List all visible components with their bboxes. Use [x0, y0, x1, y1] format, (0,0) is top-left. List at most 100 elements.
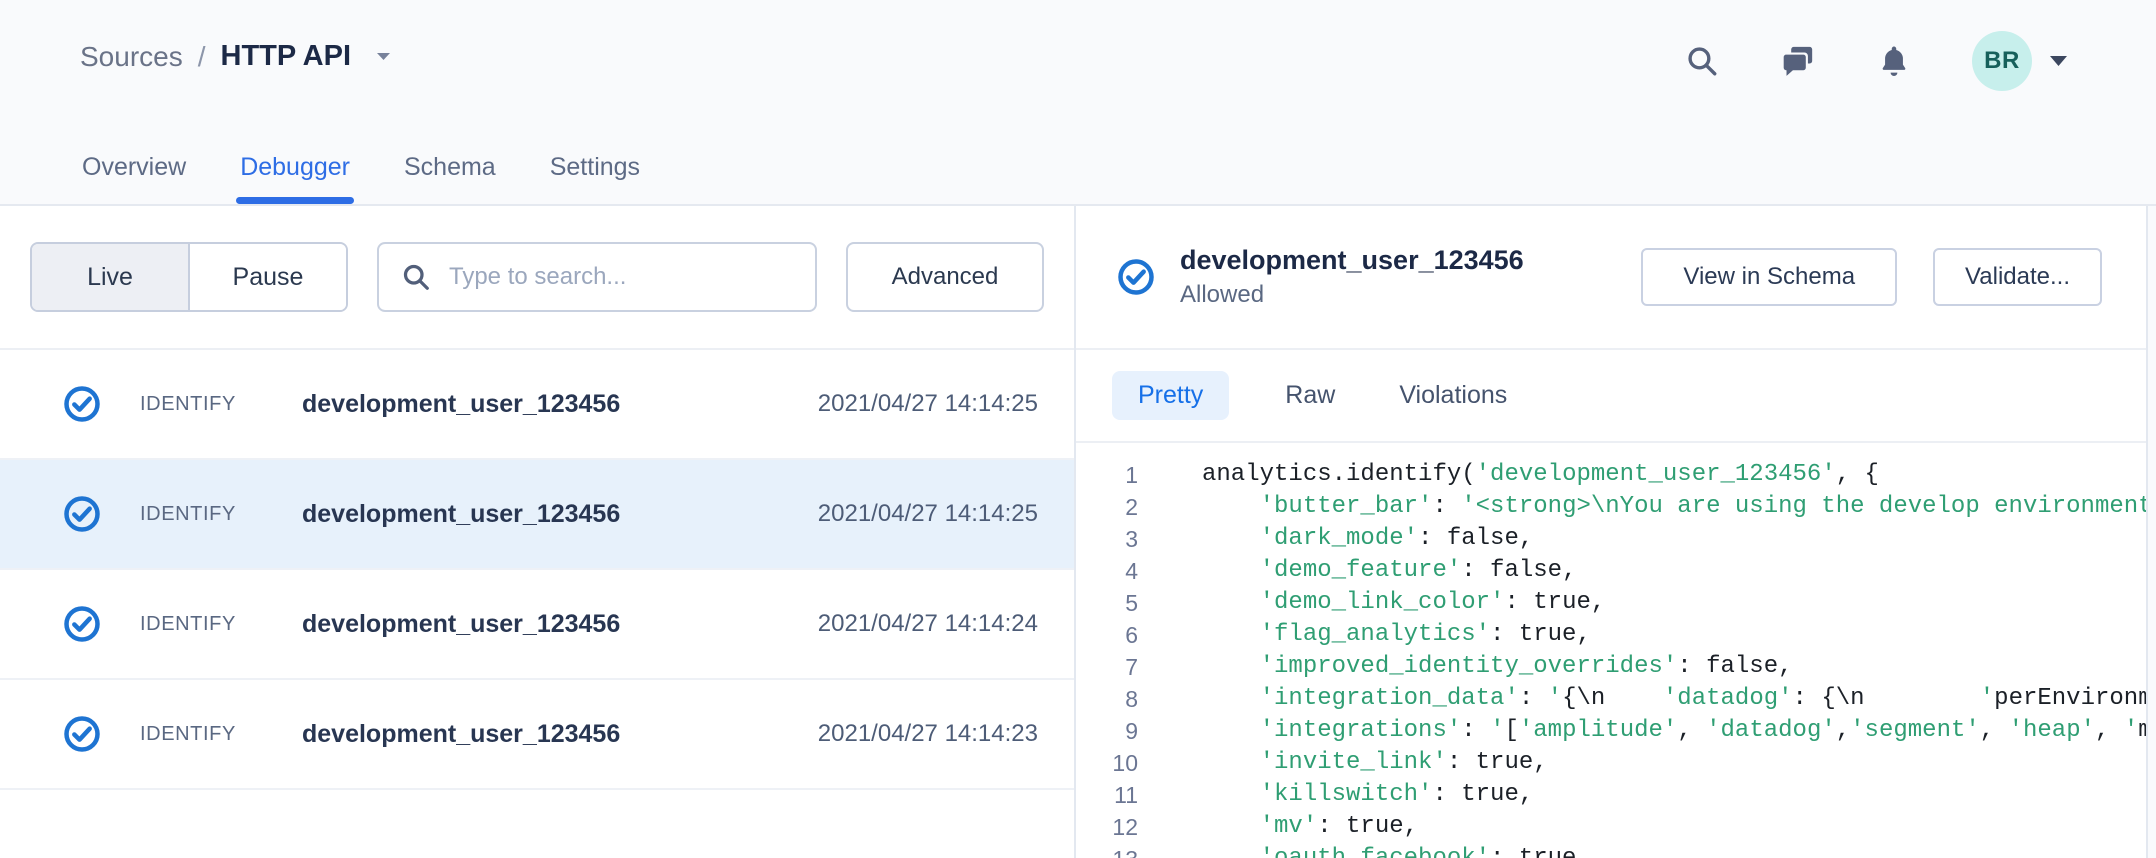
event-type: IDENTIFY — [140, 393, 302, 416]
pause-button[interactable]: Pause — [190, 244, 346, 310]
line-number: 6 — [1076, 619, 1138, 651]
line-number: 12 — [1076, 811, 1138, 843]
line-number: 2 — [1076, 491, 1138, 523]
detail-tab-raw[interactable]: Raw — [1277, 371, 1343, 420]
tab-debugger[interactable]: Debugger — [238, 130, 352, 204]
code-line: 4 'demo_feature': false, — [1076, 555, 2146, 587]
event-name: development_user_123456 — [302, 390, 818, 419]
event-timestamp: 2021/04/27 14:14:25 — [818, 500, 1038, 528]
top-actions: BR — [1684, 30, 2068, 92]
event-name: development_user_123456 — [302, 610, 818, 639]
event-search[interactable] — [377, 242, 817, 312]
line-number: 7 — [1076, 651, 1138, 683]
avatar[interactable]: BR — [1972, 31, 2032, 91]
code-text: analytics.identify('development_user_123… — [1138, 459, 1879, 491]
debugger-page: Sources / HTTP API — [0, 0, 2156, 858]
event-type: IDENTIFY — [140, 613, 302, 636]
live-pause-toggle: Live Pause — [30, 242, 348, 312]
line-number: 9 — [1076, 715, 1138, 747]
code-text: 'integrations': '['amplitude', 'datadog'… — [1138, 715, 2146, 747]
tab-overview[interactable]: Overview — [80, 130, 188, 204]
code-text: 'dark_mode': false, — [1138, 523, 1533, 555]
code-line: 13 'oauth_facebook': true, — [1076, 843, 2146, 858]
code-line: 7 'improved_identity_overrides': false, — [1076, 651, 2146, 683]
event-timestamp: 2021/04/27 14:14:25 — [818, 390, 1038, 418]
code-text: 'demo_feature': false, — [1138, 555, 1576, 587]
search-input-icon — [401, 262, 431, 292]
event-name: development_user_123456 — [302, 500, 818, 529]
validate-button[interactable]: Validate... — [1933, 248, 2102, 306]
event-row[interactable]: IDENTIFYdevelopment_user_1234562021/04/2… — [0, 570, 1074, 680]
debugger-controls: Live Pause Advanced — [0, 206, 1074, 350]
code-line: 1analytics.identify('development_user_12… — [1076, 459, 2146, 491]
detail-status: Allowed — [1180, 278, 1524, 312]
tab-schema[interactable]: Schema — [402, 130, 498, 204]
breadcrumb-current-source[interactable]: HTTP API — [221, 40, 352, 73]
advanced-button[interactable]: Advanced — [846, 242, 1044, 312]
breadcrumb-separator: / — [198, 41, 206, 73]
event-check-icon — [62, 714, 102, 754]
breadcrumb: Sources / HTTP API — [80, 40, 391, 73]
event-type: IDENTIFY — [140, 723, 302, 746]
chat-icon[interactable] — [1780, 43, 1816, 79]
detail-titles: development_user_123456 Allowed — [1180, 242, 1524, 312]
code-text: 'mv': true, — [1138, 811, 1418, 843]
code-line: 9 'integrations': '['amplitude', 'datado… — [1076, 715, 2146, 747]
line-number: 8 — [1076, 683, 1138, 715]
detail-tabs: Pretty Raw Violations — [1076, 350, 2146, 443]
line-number: 13 — [1076, 843, 1138, 858]
code-line: 11 'killswitch': true, — [1076, 779, 2146, 811]
code-text: 'oauth_facebook': true, — [1138, 843, 1591, 858]
event-timestamp: 2021/04/27 14:14:23 — [818, 720, 1038, 748]
search-input[interactable] — [449, 263, 815, 291]
allowed-check-icon — [1116, 257, 1156, 297]
code-line: 8 'integration_data': '{\n 'datadog': {\… — [1076, 683, 2146, 715]
code-text: 'invite_link': true, — [1138, 747, 1548, 779]
code-line: 6 'flag_analytics': true, — [1076, 619, 2146, 651]
code-text: 'improved_identity_overrides': false, — [1138, 651, 1793, 683]
event-check-icon — [62, 384, 102, 424]
code-line: 12 'mv': true, — [1076, 811, 2146, 843]
code-line: 2 'butter_bar': '<strong>\nYou are using… — [1076, 491, 2146, 523]
line-number: 4 — [1076, 555, 1138, 587]
source-tabs: Overview Debugger Schema Settings — [80, 130, 642, 204]
source-caret-down-icon[interactable] — [376, 52, 391, 61]
code-text: 'butter_bar': '<strong>\nYou are using t… — [1138, 491, 2146, 523]
code-text: 'killswitch': true, — [1138, 779, 1533, 811]
code-text: 'integration_data': '{\n 'datadog': {\n … — [1138, 683, 2146, 715]
live-button[interactable]: Live — [32, 244, 190, 310]
line-number: 1 — [1076, 459, 1138, 491]
event-row[interactable]: IDENTIFYdevelopment_user_1234562021/04/2… — [0, 680, 1074, 790]
code-viewer[interactable]: 1analytics.identify('development_user_12… — [1076, 443, 2146, 858]
top-bar: Sources / HTTP API — [0, 0, 2156, 130]
search-icon[interactable] — [1684, 43, 1720, 79]
event-list-panel: Live Pause Advanced IDENTIFYdevelopment_… — [0, 206, 1074, 858]
code-text: 'demo_link_color': true, — [1138, 587, 1605, 619]
bell-icon[interactable] — [1876, 43, 1912, 79]
line-number: 11 — [1076, 779, 1138, 811]
code-text: 'flag_analytics': true, — [1138, 619, 1591, 651]
code-line: 5 'demo_link_color': true, — [1076, 587, 2146, 619]
account-menu[interactable]: BR — [1972, 31, 2068, 91]
event-check-icon — [62, 604, 102, 644]
line-number: 10 — [1076, 747, 1138, 779]
breadcrumb-section[interactable]: Sources — [80, 41, 183, 73]
event-row[interactable]: IDENTIFYdevelopment_user_1234562021/04/2… — [0, 460, 1074, 570]
account-caret-down-icon[interactable] — [2049, 55, 2068, 67]
event-row[interactable]: IDENTIFYdevelopment_user_1234562021/04/2… — [0, 350, 1074, 460]
code-line: 3 'dark_mode': false, — [1076, 523, 2146, 555]
event-name: development_user_123456 — [302, 720, 818, 749]
view-in-schema-button[interactable]: View in Schema — [1641, 248, 1897, 306]
event-timestamp: 2021/04/27 14:14:24 — [818, 610, 1038, 638]
line-number: 5 — [1076, 587, 1138, 619]
event-type: IDENTIFY — [140, 503, 302, 526]
detail-buttons: View in Schema Validate... — [1641, 248, 2102, 306]
detail-tab-violations[interactable]: Violations — [1391, 371, 1515, 420]
event-detail-panel: development_user_123456 Allowed View in … — [1076, 206, 2148, 858]
event-check-icon — [62, 494, 102, 534]
code-line: 10 'invite_link': true, — [1076, 747, 2146, 779]
detail-tab-pretty[interactable]: Pretty — [1112, 371, 1229, 420]
tab-settings[interactable]: Settings — [548, 130, 642, 204]
detail-title: development_user_123456 — [1180, 242, 1524, 278]
line-number: 3 — [1076, 523, 1138, 555]
